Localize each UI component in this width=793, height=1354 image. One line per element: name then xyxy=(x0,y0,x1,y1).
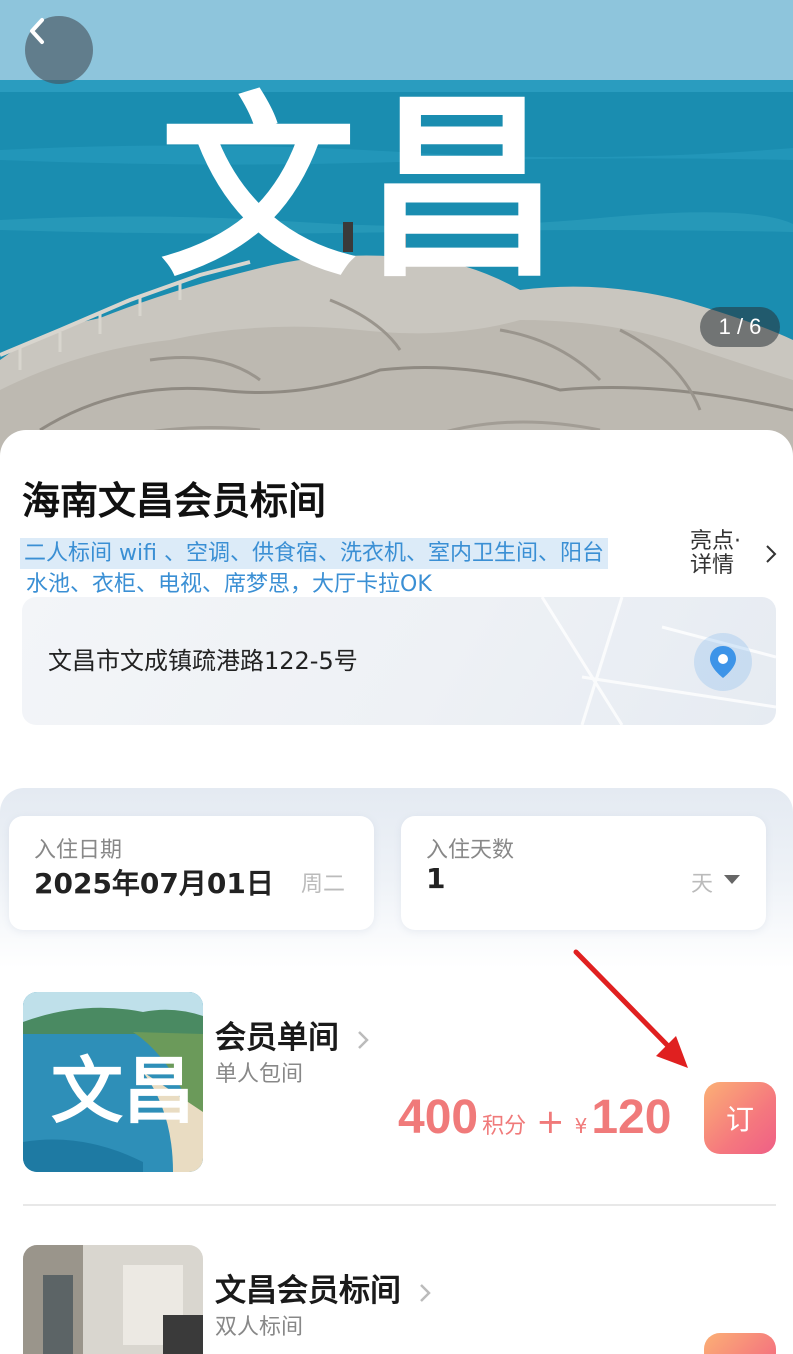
currency-symbol: ¥ xyxy=(574,1114,588,1138)
cash-price: 120 xyxy=(591,1091,672,1144)
nights-label: 入住天数 xyxy=(426,838,515,863)
room-thumbnail xyxy=(23,1245,203,1354)
points-price: 400 xyxy=(398,1091,479,1144)
chevron-right-icon xyxy=(357,1030,369,1049)
nights-unit: 天 xyxy=(691,872,714,897)
chevron-left-icon xyxy=(30,18,44,44)
highlights-link[interactable]: 亮点· 详情 xyxy=(690,530,750,578)
details-label: 详情 xyxy=(690,553,735,578)
room-name[interactable]: 会员单间 xyxy=(215,1012,370,1057)
nights-value: 1 xyxy=(426,862,446,895)
thumb-text: 文昌 xyxy=(51,1049,195,1133)
image-counter: 1 / 6 xyxy=(700,307,780,347)
room-subtitle: 双人标间 xyxy=(215,1315,304,1340)
room-price: 400 积分 + ¥ 120 xyxy=(398,1090,671,1150)
room-subtitle: 单人包间 xyxy=(215,1062,304,1087)
book-button[interactable]: 订 xyxy=(704,1082,776,1154)
room-name-label: 文昌会员标间 xyxy=(215,1273,401,1309)
room-name[interactable]: 文昌会员标间 xyxy=(215,1265,432,1310)
checkin-label: 入住日期 xyxy=(34,838,123,863)
checkin-weekday: 周二 xyxy=(301,872,346,897)
points-unit: 积分 xyxy=(482,1114,527,1139)
annotation-arrow xyxy=(573,949,688,1068)
plus-sign: + xyxy=(536,1102,565,1142)
caret-down-icon xyxy=(724,875,740,884)
chevron-right-icon xyxy=(419,1283,431,1302)
hero-carousel[interactable]: 文昌 1 / 6 xyxy=(0,0,793,460)
room-photo xyxy=(23,1245,203,1354)
amenities-line-2: 水池、衣柜、电视、席梦思，大厅卡拉OK xyxy=(26,572,432,597)
hotel-info-card: 海南文昌会员标间 二人标间 wifi 、空调、供食宿、洗衣机、室内卫生间、阳台 … xyxy=(0,430,793,810)
hero-title-overlay: 文昌 xyxy=(160,76,569,304)
room-divider xyxy=(23,1204,776,1206)
room-name-label: 会员单间 xyxy=(215,1020,339,1056)
highlights-label: 亮点· xyxy=(690,529,741,554)
checkin-date: 2025年07月01日 xyxy=(34,867,274,900)
amenities-text: 二人标间 wifi 、空调、供食宿、洗衣机、室内卫生间、阳台 水池、衣柜、电视、… xyxy=(20,538,684,598)
book-button[interactable]: 订 xyxy=(704,1333,776,1354)
room-thumbnail: 文昌 xyxy=(23,992,203,1172)
amenities-line-1: 二人标间 wifi 、空调、供食宿、洗衣机、室内卫生间、阳台 xyxy=(20,538,608,569)
location-button[interactable] xyxy=(694,633,752,691)
checkin-date-picker[interactable]: 入住日期 2025年07月01日 周二 xyxy=(9,816,374,930)
room-item[interactable]: 文昌会员标间 双人标间 订 xyxy=(0,1243,793,1354)
address-text: 文昌市文成镇疏港路122-5号 xyxy=(48,647,358,675)
address-map-card[interactable]: 文昌市文成镇疏港路122-5号 xyxy=(22,597,776,725)
room-photo: 文昌 xyxy=(23,992,203,1172)
chevron-right-icon[interactable] xyxy=(762,542,780,566)
location-pin-icon xyxy=(710,646,736,678)
nights-selector[interactable]: 入住天数 1 天 xyxy=(401,816,766,930)
back-button[interactable] xyxy=(25,16,93,84)
hotel-name: 海南文昌会员标间 xyxy=(22,479,327,523)
